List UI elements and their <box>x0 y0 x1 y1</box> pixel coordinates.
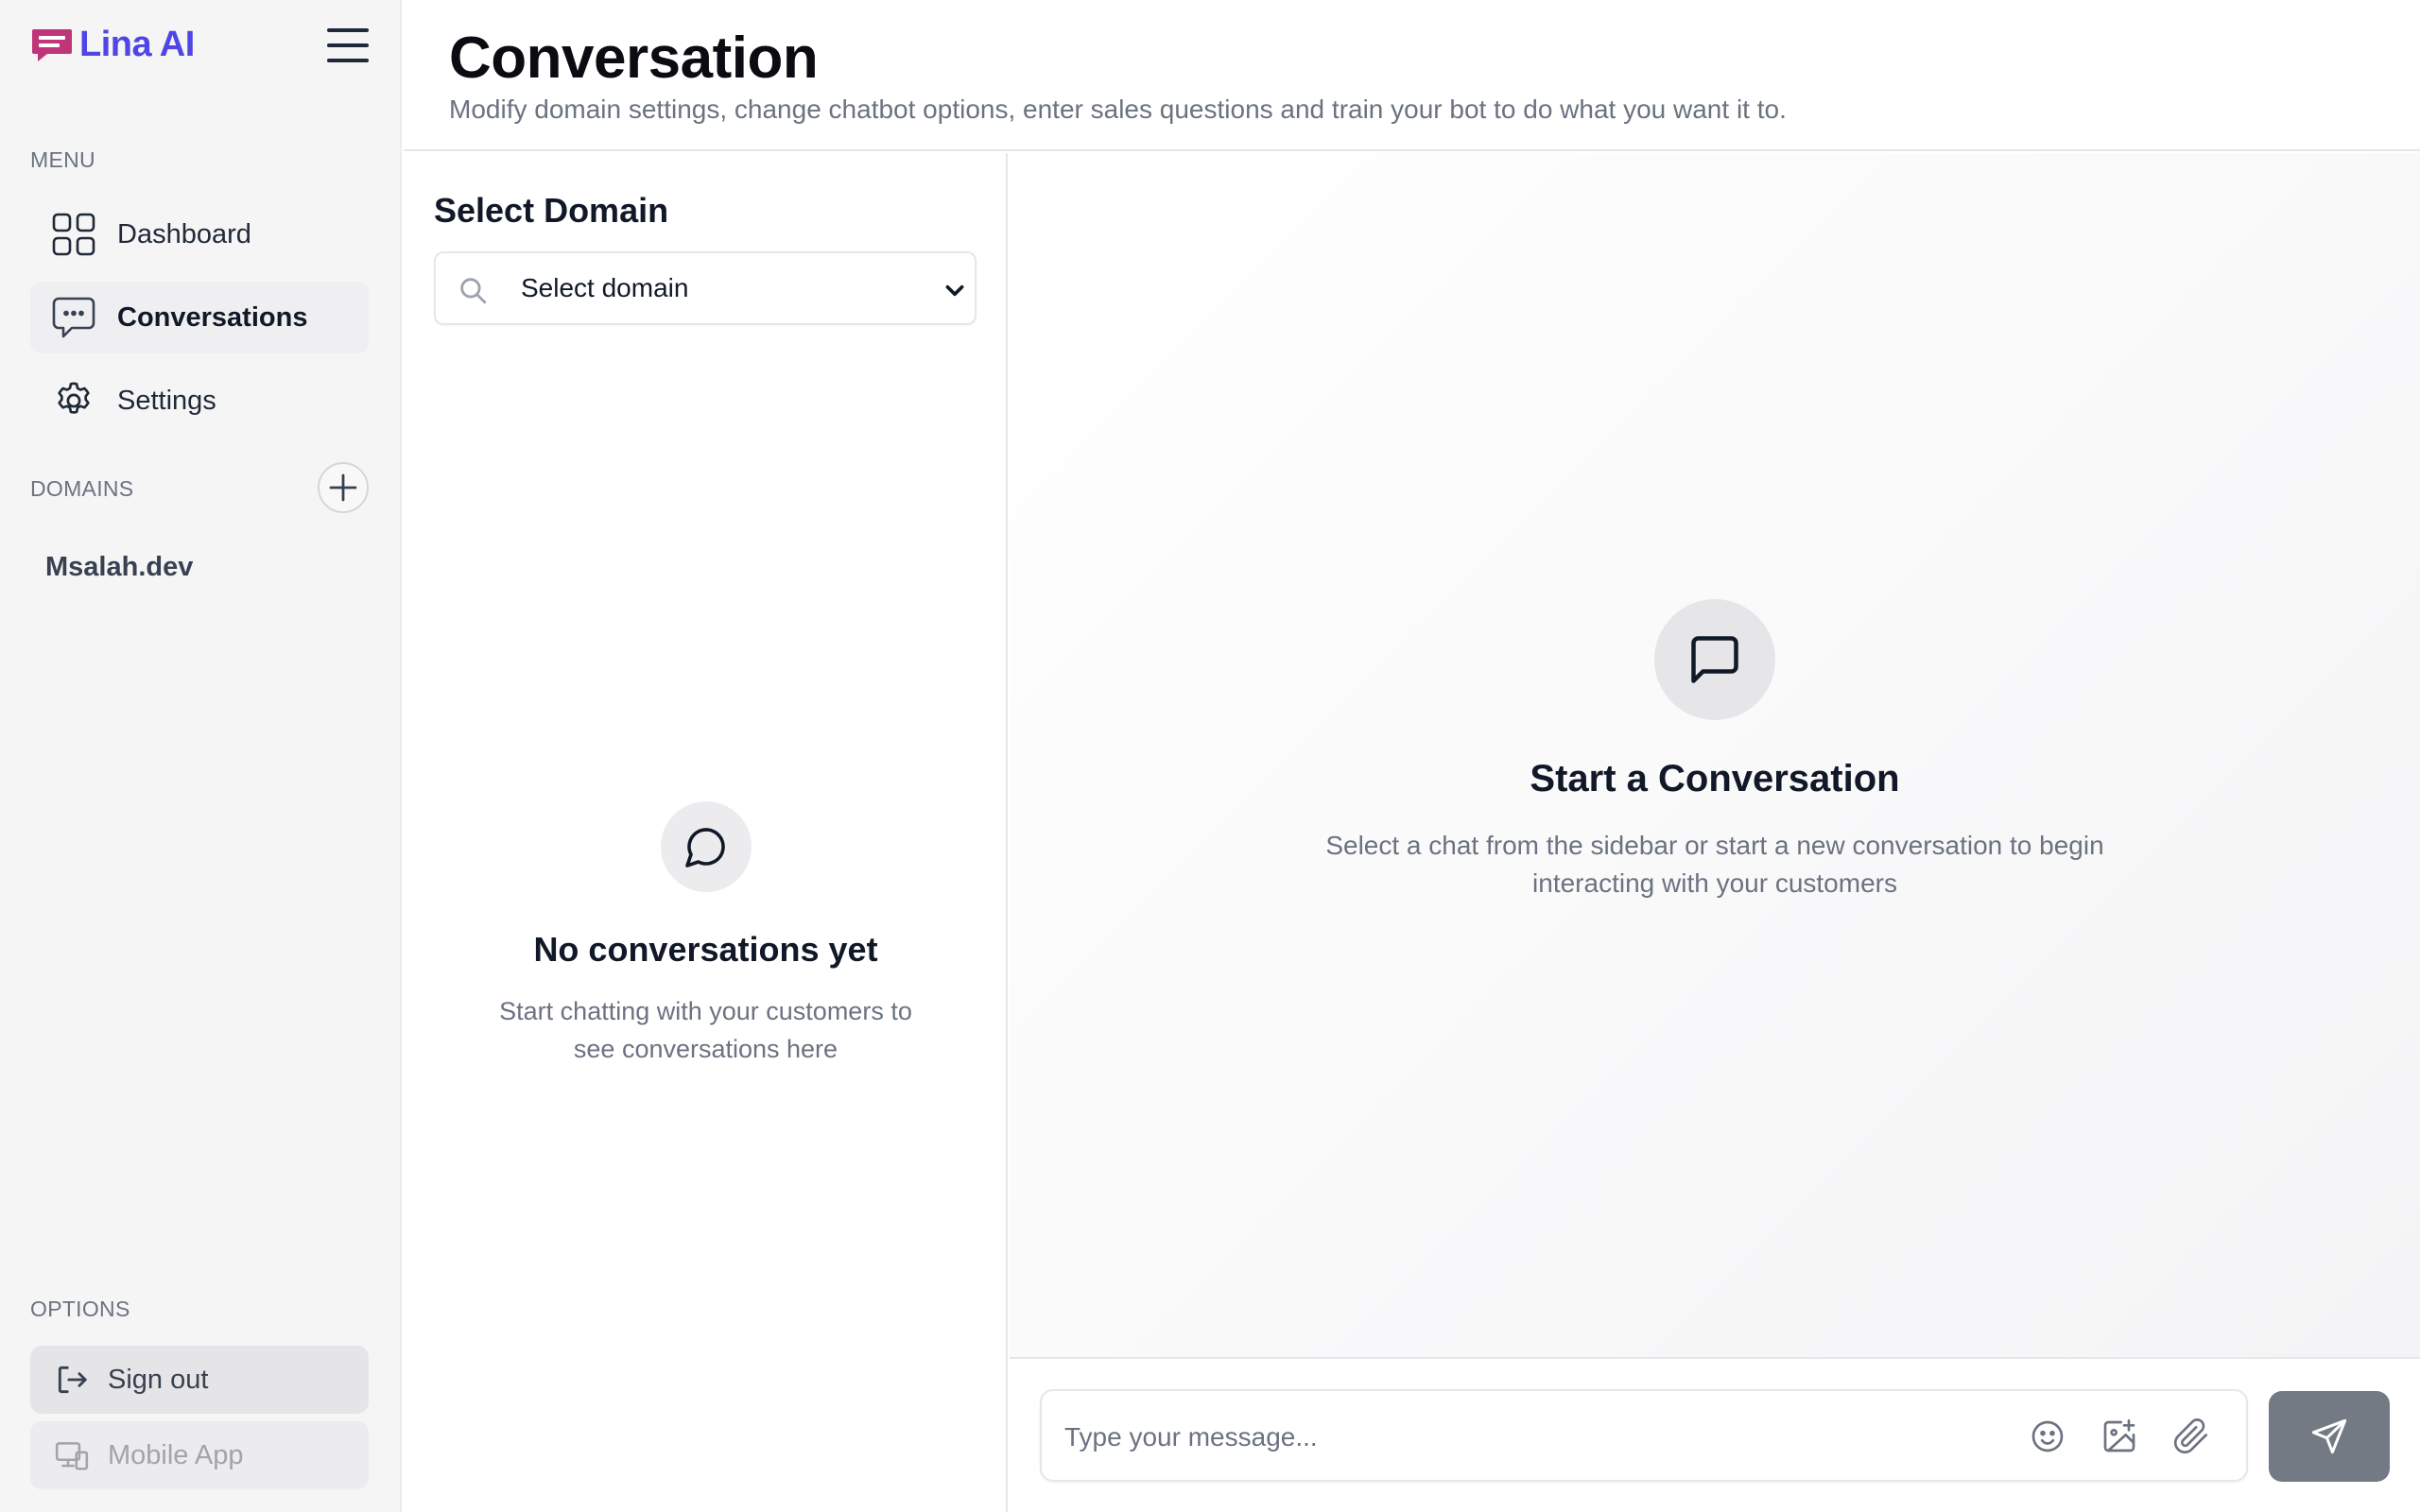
sidebar-item-label: Dashboard <box>117 218 251 249</box>
chat-bubble-dots-icon <box>51 295 96 340</box>
mobile-app-button[interactable]: Mobile App <box>30 1421 369 1489</box>
empty-conversations-badge <box>660 801 752 892</box>
empty-conversations-title: No conversations yet <box>533 930 878 969</box>
logo-chat-icon <box>32 28 72 61</box>
sidebar: Lina AI MENU Dashboard Conversations Set… <box>0 0 402 1512</box>
chat-round-icon <box>684 828 725 868</box>
app-name: Lina AI <box>79 25 195 64</box>
start-conversation-placeholder: Start a Conversation Select a chat from … <box>1010 599 2420 902</box>
add-domain-button[interactable] <box>318 462 369 513</box>
image-add-icon[interactable] <box>2099 1416 2140 1457</box>
app-logo[interactable]: Lina AI <box>30 25 195 65</box>
conversation-list-panel: Select Domain Select domain No conversat… <box>404 153 1008 1512</box>
page-title: Conversation <box>449 26 819 91</box>
sign-out-button[interactable]: Sign out <box>30 1346 369 1414</box>
chat-panel: Start a Conversation Select a chat from … <box>1010 153 2420 1357</box>
sign-out-icon <box>53 1361 91 1399</box>
domains-section-label: DOMAINS <box>30 476 134 501</box>
message-composer <box>1010 1357 2420 1512</box>
sidebar-item-label: Conversations <box>117 301 308 333</box>
send-icon <box>2311 1418 2347 1454</box>
sidebar-item-settings[interactable]: Settings <box>30 365 369 437</box>
mobile-app-label: Mobile App <box>108 1439 244 1470</box>
start-conversation-text: Select a chat from the sidebar or start … <box>1325 831 2104 898</box>
gear-icon <box>51 378 96 423</box>
domain-select[interactable]: Select domain <box>434 251 977 325</box>
sidebar-item-conversations[interactable]: Conversations <box>30 282 369 353</box>
empty-conversations: No conversations yet Start chatting with… <box>404 801 1008 1068</box>
search-icon <box>460 278 487 304</box>
sidebar-item-label: Settings <box>117 385 216 416</box>
menu-section-label: MENU <box>30 147 95 172</box>
dashboard-grid-icon <box>51 212 96 257</box>
message-input[interactable] <box>1064 1414 1991 1461</box>
select-domain-heading: Select Domain <box>434 191 669 230</box>
sidebar-domain-item[interactable]: Msalah.dev <box>45 552 193 583</box>
sidebar-item-dashboard[interactable]: Dashboard <box>30 198 369 270</box>
menu-toggle-icon[interactable] <box>327 28 369 62</box>
chevron-down-icon <box>945 284 964 297</box>
empty-conversations-text: Start chatting with your customers to se… <box>499 997 912 1063</box>
devices-icon <box>53 1436 91 1474</box>
start-conversation-badge <box>1654 599 1775 720</box>
page-subtitle: Modify domain settings, change chatbot o… <box>449 94 1787 124</box>
start-conversation-title: Start a Conversation <box>1530 758 1900 799</box>
sign-out-label: Sign out <box>108 1364 209 1395</box>
page-header: Conversation Modify domain settings, cha… <box>404 0 2420 151</box>
message-box <box>1040 1389 2248 1482</box>
plus-icon <box>329 473 357 502</box>
options-section-label: OPTIONS <box>30 1297 130 1321</box>
chat-square-icon <box>1691 636 1738 683</box>
domain-select-value: Select domain <box>521 273 689 302</box>
paperclip-icon[interactable] <box>2170 1416 2212 1457</box>
send-button[interactable] <box>2269 1391 2390 1482</box>
emoji-icon[interactable] <box>2027 1416 2068 1457</box>
